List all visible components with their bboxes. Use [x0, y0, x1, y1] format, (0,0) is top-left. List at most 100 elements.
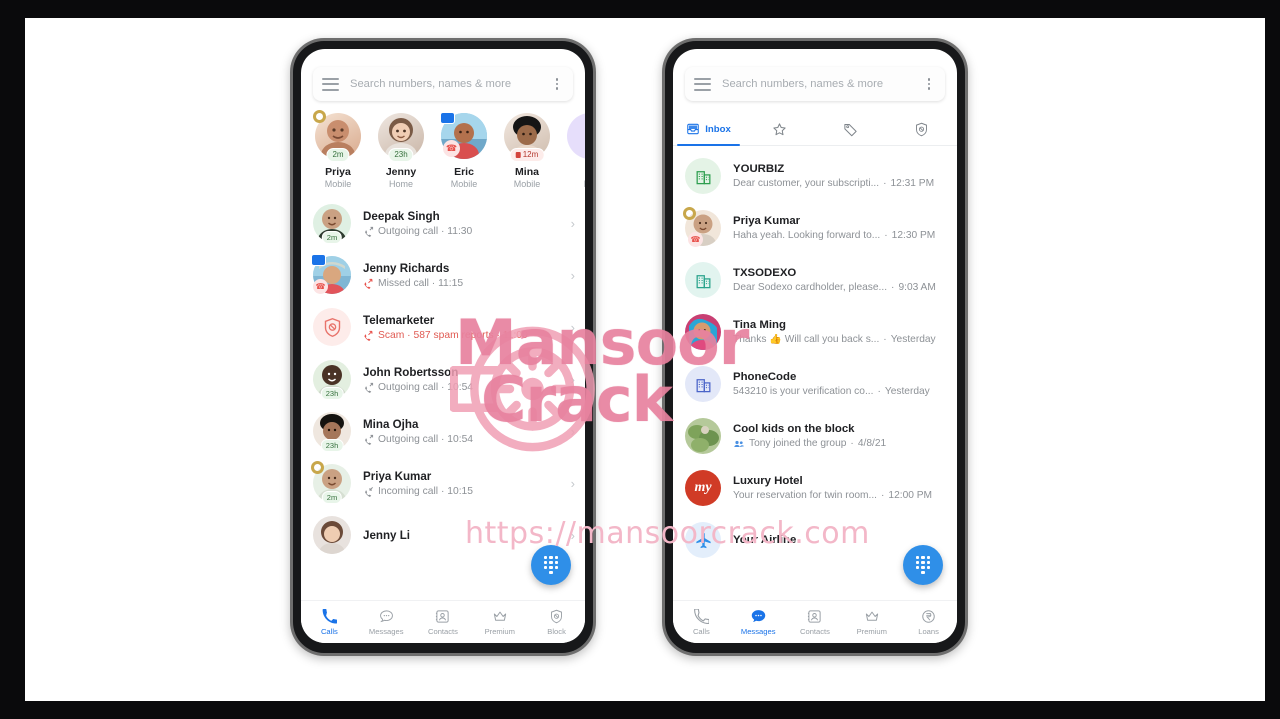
- airplane-icon: [685, 522, 721, 558]
- nav-label: Block: [547, 627, 566, 636]
- message-sender: Your Airline: [733, 534, 797, 546]
- call-meta: Outgoing call · 10:54: [363, 434, 567, 445]
- chevron-right-icon[interactable]: ›: [567, 424, 575, 439]
- nav-item-messages[interactable]: Messages: [358, 608, 415, 636]
- nav-item-block[interactable]: Block: [528, 608, 585, 636]
- message-row[interactable]: my Luxury Hotel Your reservation for twi…: [673, 462, 957, 514]
- business-green-icon: [685, 158, 721, 194]
- message-preview: Dear customer, your subscripti... · 12:3…: [733, 178, 947, 189]
- call-log-row-spam[interactable]: Telemarketer Scam · 587 spam reports · 1…: [301, 301, 585, 353]
- tab-spam[interactable]: [886, 113, 957, 145]
- search-input-messages[interactable]: Search numbers, names & more: [722, 78, 922, 90]
- avatar: 23h: [313, 360, 351, 400]
- favorite-name: Jenny: [385, 166, 417, 178]
- message-row[interactable]: TXSODEXO Dear Sodexo cardholder, please.…: [673, 254, 957, 306]
- tab-inbox[interactable]: Inbox: [673, 113, 744, 146]
- call-log-row[interactable]: 23h Mina Ojha Outgoing call · 10:54 ›: [301, 405, 585, 457]
- search-input-calls[interactable]: Search numbers, names & more: [350, 78, 550, 90]
- message-row[interactable]: YOURBIZ Dear customer, your subscripti..…: [673, 150, 957, 202]
- nav-item-contacts[interactable]: Contacts: [787, 608, 844, 636]
- nav-item-premium[interactable]: Premium: [471, 608, 528, 636]
- favorite-item-partial[interactable]: M Mo: [563, 113, 585, 189]
- phone-device-messages: Search numbers, names & more Inbox YOURB…: [662, 38, 968, 656]
- favorite-item[interactable]: 2m Priya Mobile: [311, 110, 365, 189]
- dialpad-fab-button[interactable]: [903, 545, 943, 585]
- caller-name: Deepak Singh: [363, 209, 440, 223]
- message-sender: Priya Kumar: [733, 215, 801, 227]
- business-blue-icon: [685, 366, 721, 402]
- message-row[interactable]: PhoneCode 543210 is your verification co…: [673, 358, 957, 410]
- rupee-icon: [900, 608, 957, 625]
- watermark-overlay: Mansoor Crack https://mansoorcrack.com: [25, 18, 1265, 701]
- tab-starred[interactable]: [744, 113, 815, 145]
- nav-label: Calls: [320, 627, 338, 636]
- message-sender: Tina Ming: [733, 319, 786, 331]
- call-meta-text: Scam · 587 spam reports · 11:00: [378, 329, 528, 341]
- message-preview: Thanks 👍 Will call you back s... · Yeste…: [733, 334, 947, 345]
- message-sender: Cool kids on the block: [733, 422, 855, 435]
- chevron-right-icon[interactable]: ›: [567, 528, 575, 543]
- chevron-right-icon[interactable]: ›: [567, 476, 575, 491]
- message-preview: Dear Sodexo cardholder, please... · 9:03…: [733, 282, 947, 293]
- call-meta-text: Missed call · 11:15: [378, 277, 464, 289]
- favorite-item[interactable]: ☎ Eric Mobile: [437, 112, 491, 189]
- message-snippet: Tony joined the group: [749, 438, 847, 449]
- favorite-item[interactable]: 23h Jenny Home: [374, 113, 428, 189]
- chevron-right-icon[interactable]: ›: [567, 268, 575, 283]
- caller-name: Jenny Richards: [363, 261, 450, 275]
- search-bar-messages[interactable]: Search numbers, names & more: [685, 67, 945, 101]
- dialpad-fab-button[interactable]: [531, 545, 571, 585]
- message-preview: Haha yeah. Looking forward to... · 12:30…: [733, 230, 947, 241]
- crown-icon: [843, 608, 900, 625]
- message-time: 9:03 AM: [898, 282, 936, 293]
- call-log-row[interactable]: ☎ Jenny Richards Missed call · 11:15 ›: [301, 249, 585, 301]
- message-row[interactable]: Tina Ming Thanks 👍 Will call you back s.…: [673, 306, 957, 358]
- hamburger-menu-icon[interactable]: [694, 77, 711, 91]
- message-sender: TXSODEXO: [733, 267, 797, 279]
- nav-label: Premium: [856, 627, 887, 636]
- call-meta-text: Outgoing call · 11:30: [378, 225, 473, 237]
- call-meta-text: Outgoing call · 10:54: [378, 381, 474, 393]
- tab-tags[interactable]: [815, 113, 886, 145]
- nav-item-calls[interactable]: Calls: [673, 608, 730, 636]
- business-teal-icon: [685, 262, 721, 298]
- chevron-right-icon[interactable]: ›: [567, 216, 575, 231]
- message-time: 12:00 PM: [888, 490, 933, 501]
- chevron-right-icon[interactable]: ›: [567, 320, 575, 335]
- message-preview: Your reservation for twin room... · 12:0…: [733, 490, 947, 501]
- nav-item-contacts[interactable]: Contacts: [415, 608, 472, 636]
- call-recency-badge: 2m: [321, 491, 343, 504]
- message-snippet: 543210 is your verification co...: [733, 386, 874, 397]
- nav-label: Messages: [368, 627, 404, 636]
- call-log-row[interactable]: 2m Deepak Singh Outgoing call · 11:30 ›: [301, 197, 585, 249]
- hamburger-menu-icon[interactable]: [322, 77, 339, 91]
- nav-item-premium[interactable]: Premium: [843, 608, 900, 636]
- favorites-strip[interactable]: 2m Priya Mobile 23h Jenny Home ☎ Eric Mo…: [301, 101, 585, 193]
- message-time: Yesterday: [884, 386, 930, 397]
- group-icon: [734, 440, 744, 447]
- avatar: ☎: [311, 254, 351, 294]
- favorite-badge: 23h: [388, 148, 414, 162]
- message-row[interactable]: Cool kids on the block Tony joined the g…: [673, 410, 957, 462]
- kebab-menu-icon[interactable]: [922, 78, 936, 90]
- kebab-menu-icon[interactable]: [550, 78, 564, 90]
- nav-item-calls[interactable]: Calls: [301, 608, 358, 636]
- nav-item-messages[interactable]: Messages: [730, 608, 787, 636]
- outgoing-call-icon: [365, 434, 374, 445]
- call-recency-badge: 2m: [321, 231, 343, 244]
- favorite-item[interactable]: 12m Mina Mobile: [500, 113, 554, 189]
- favorite-badge: 12m: [509, 148, 545, 162]
- search-bar-calls[interactable]: Search numbers, names & more: [313, 67, 573, 101]
- message-time: 4/8/21: [857, 438, 887, 449]
- message-row[interactable]: ☎ Priya Kumar Haha yeah. Looking forward…: [673, 202, 957, 254]
- call-log-row[interactable]: 23h John Robertsson Outgoing call · 10:5…: [301, 353, 585, 405]
- inbox-icon: [687, 123, 699, 135]
- message-snippet: Thanks 👍 Will call you back s...: [733, 334, 880, 345]
- call-recency-badge: 23h: [320, 439, 344, 452]
- crown-icon: [311, 461, 324, 474]
- nav-item-loans[interactable]: Loans: [900, 608, 957, 636]
- avatar: 23h: [313, 412, 351, 452]
- chevron-right-icon[interactable]: ›: [567, 372, 575, 387]
- call-meta: Missed call · 11:15: [363, 278, 567, 289]
- call-log-row[interactable]: 2m Priya Kumar Incoming call · 10:15 ›: [301, 457, 585, 509]
